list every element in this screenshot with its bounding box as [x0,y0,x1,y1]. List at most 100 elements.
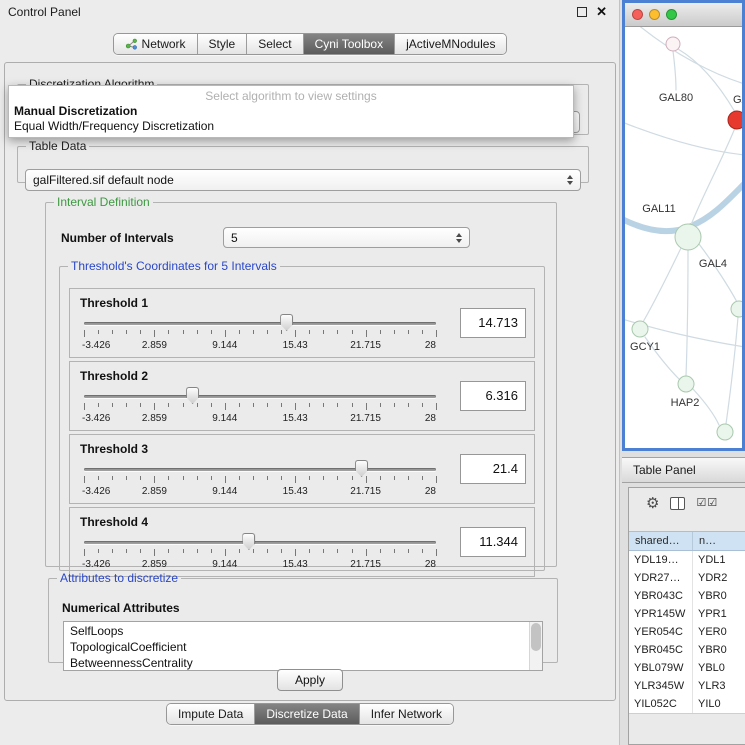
slider-thumb[interactable] [242,533,255,550]
table-data-select[interactable]: galFiltered.sif default node [25,169,581,191]
bottom-tab-infer-network[interactable]: Infer Network [360,704,453,724]
network-node[interactable] [678,376,694,392]
columns-icon[interactable] [670,497,685,510]
network-edge[interactable] [643,248,681,322]
float-window-icon[interactable] [577,7,587,17]
scrollbar[interactable] [529,622,542,670]
network-canvas[interactable]: GAL80 GA GAL11 GAL4 GCY1 HAP2 [625,27,742,447]
network-edge[interactable] [625,122,742,155]
attribute-items: SelfLoopsTopologicalCoefficientBetweenne… [64,623,529,671]
slider-scale: -3.4262.8599.14415.4321.71528 [84,340,436,352]
network-edge[interactable] [726,317,738,424]
table-header-row: shared…n… [629,531,745,551]
table-cell: YBR0 [693,587,745,605]
table-column-header-shared-[interactable]: shared… [629,532,693,550]
table-cell: YDR27… [629,569,693,587]
network-node-label[interactable]: GA [733,94,742,106]
threshold-value-field[interactable]: 11.344 [460,527,526,557]
network-node-label[interactable]: HAP2 [671,397,700,409]
dropdown-option-equal-width-frequency-discretization[interactable]: Equal Width/Frequency Discretization [9,119,573,134]
table-panel-header: Table Panel [622,457,745,483]
table-panel: ⚙ ☑☑ shared…n… YDL19…YDL1YDR27…YDR2YBR04… [628,487,745,745]
close-window-icon[interactable]: ✕ [596,4,607,20]
slider-track[interactable] [84,468,436,471]
threshold-value-field[interactable]: 21.4 [460,454,526,484]
table-data-group: Table Data galFiltered.sif default node [17,139,589,183]
network-node-label[interactable]: GCY1 [630,341,660,353]
tab-jactivemnodules[interactable]: jActiveMNodules [395,34,506,54]
network-edge[interactable] [673,51,676,90]
table-cell: YLR3 [693,677,745,695]
table-row[interactable]: YER054CYER0 [629,623,745,641]
scale-label: 2.859 [142,340,167,351]
dropdown-options: Manual DiscretizationEqual Width/Frequen… [9,104,573,134]
table-cell: YER0 [693,623,745,641]
network-node-label[interactable]: GAL80 [659,92,693,104]
table-row[interactable]: YLR345WYLR3 [629,677,745,695]
tab-cyni-toolbox[interactable]: Cyni Toolbox [304,34,395,54]
bottom-tab-group: Impute DataDiscretize DataInfer Network [166,703,454,725]
network-edge[interactable] [699,244,737,302]
checkbox-icons[interactable]: ☑☑ [696,498,718,509]
minimize-traffic-light-icon[interactable] [649,9,660,20]
group-title: Attributes to discretize [57,571,181,585]
table-row[interactable]: YDL19…YDL1 [629,551,745,569]
table-row[interactable]: YBR045CYBR0 [629,641,745,659]
top-tab-bar: Network Style SelectCyni ToolboxjActiveMNo… [0,33,620,55]
slider-thumb[interactable] [186,387,199,404]
zoom-traffic-light-icon[interactable] [666,9,677,20]
gear-icon[interactable]: ⚙ [646,496,659,511]
network-node-label[interactable]: GAL4 [699,258,727,270]
threshold-slider[interactable]: -3.4262.8599.14415.4321.71528 [84,313,436,355]
slider-track[interactable] [84,395,436,398]
network-node[interactable] [632,321,648,337]
network-edge[interactable] [686,250,688,376]
numerical-attributes-list[interactable]: SelfLoopsTopologicalCoefficientBetweenne… [63,621,543,671]
attribute-item[interactable]: TopologicalCoefficient [64,639,529,655]
threshold-value-field[interactable]: 14.713 [460,308,526,338]
slider-ticks [84,549,436,557]
number-of-intervals-select[interactable]: 5 [223,227,470,248]
apply-button[interactable]: Apply [277,669,343,691]
network-node[interactable] [675,224,701,250]
network-edge[interactable] [637,27,742,84]
scale-label: 28 [425,559,436,570]
threshold-slider[interactable]: -3.4262.8599.14415.4321.71528 [84,386,436,428]
table-cell: YPR1 [693,605,745,623]
scale-label: 21.715 [350,413,381,424]
table-row[interactable]: YDR27…YDR2 [629,569,745,587]
interval-definition-group: Interval Definition Number of Intervals … [45,195,557,567]
threshold-value-field[interactable]: 6.316 [460,381,526,411]
stepper-arrows-icon[interactable] [563,175,577,185]
bottom-tab-impute-data[interactable]: Impute Data [167,704,255,724]
table-row[interactable]: YIL052CYIL0 [629,695,745,713]
network-node[interactable] [728,111,742,129]
tab-style[interactable]: Style [198,34,248,54]
slider-thumb[interactable] [280,314,293,331]
network-node[interactable] [666,37,680,51]
slider-thumb[interactable] [355,460,368,477]
network-node[interactable] [731,301,742,317]
tab-label: Style [209,37,236,51]
threshold-slider[interactable]: -3.4262.8599.14415.4321.71528 [84,532,436,574]
table-row[interactable]: YBR043CYBR0 [629,587,745,605]
slider-track[interactable] [84,541,436,544]
stepper-arrows-icon[interactable] [452,233,466,243]
table-column-header-n-[interactable]: n… [693,532,745,550]
scrollbar-thumb[interactable] [531,623,541,651]
control-panel-window: Control Panel ✕ NetworkStyleSelectCyni T… [0,0,620,745]
slider-track[interactable] [84,322,436,325]
attribute-item[interactable]: SelfLoops [64,623,529,639]
dropdown-option-manual-discretization[interactable]: Manual Discretization [9,104,573,119]
network-node-label[interactable]: GAL11 [642,203,675,215]
table-row[interactable]: YBL079WYBL0 [629,659,745,677]
tab-select[interactable]: Select [247,34,303,54]
table-cell: YDR2 [693,569,745,587]
tab-network[interactable]: Network [114,34,198,54]
network-node[interactable] [717,424,733,440]
bottom-tab-discretize-data[interactable]: Discretize Data [255,704,359,724]
table-cell: YLR345W [629,677,693,695]
table-row[interactable]: YPR145WYPR1 [629,605,745,623]
close-traffic-light-icon[interactable] [632,9,643,20]
threshold-slider[interactable]: -3.4262.8599.14415.4321.71528 [84,459,436,501]
